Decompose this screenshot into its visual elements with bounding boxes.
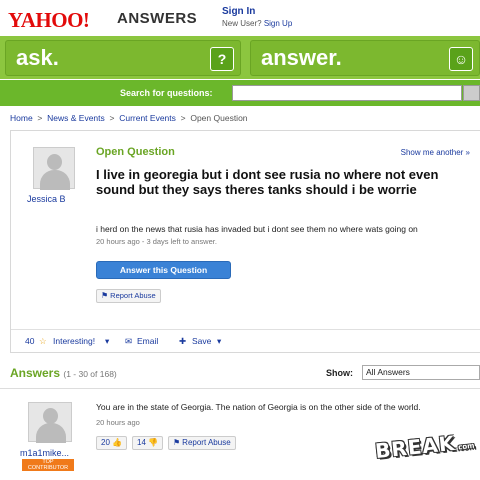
- ask-panel[interactable]: ask. ?: [5, 40, 241, 76]
- question-meta: 20 hours ago - 3 days left to answer.: [96, 237, 217, 246]
- dropdown-arrow-icon[interactable]: ▾: [105, 336, 109, 347]
- watermark-text: BREAK: [374, 430, 457, 464]
- answer-text: You are in the state of Georgia. The nat…: [96, 402, 421, 412]
- thumbs-down-icon: 👎: [148, 438, 159, 447]
- question-panel: Jessica B Open Question Show me another …: [10, 130, 480, 353]
- breadcrumb-news[interactable]: News & Events: [47, 113, 105, 123]
- save-icon: ✚: [179, 336, 187, 346]
- breadcrumb-page: Open Question: [190, 113, 248, 123]
- asker-avatar[interactable]: [33, 147, 75, 190]
- watermark-suffix: .com: [455, 441, 475, 452]
- report-abuse-label: Report Abuse: [110, 291, 156, 300]
- question-detail: i herd on the news that rusia has invade…: [96, 224, 418, 234]
- search-input[interactable]: [232, 85, 462, 101]
- thumbs-down-button[interactable]: 14 👎: [132, 436, 164, 450]
- top-contributor-badge: TOP CONTRIBUTOR: [22, 459, 74, 471]
- star-icon[interactable]: ☆: [39, 336, 47, 347]
- breadcrumb-current-events[interactable]: Current Events: [119, 113, 176, 123]
- interesting-button[interactable]: Interesting!: [53, 336, 95, 346]
- asker-name[interactable]: Jessica B: [27, 194, 66, 204]
- ask-label: ask.: [16, 45, 59, 70]
- thumbs-up-count: 20: [101, 438, 110, 447]
- answers-logo-text[interactable]: ANSWERS: [117, 10, 197, 27]
- show-filter-select[interactable]: All Answers: [362, 365, 480, 380]
- question-action-bar: 40 ☆ Interesting! ▾ ✉ Email ✚ Save ▾: [11, 329, 480, 353]
- thumbs-up-button[interactable]: 20 👍: [96, 436, 128, 450]
- search-label: Search for questions:: [120, 88, 213, 98]
- answers-count: (1 - 30 of 168): [63, 369, 117, 379]
- flag-icon: ⚑: [101, 291, 109, 300]
- answer-question-button[interactable]: Answer this Question: [96, 261, 231, 279]
- question-mark-icon: ?: [210, 47, 234, 71]
- answerer-avatar[interactable]: [28, 402, 72, 443]
- answer-report-abuse-label: Report Abuse: [182, 438, 231, 447]
- breadcrumb-home[interactable]: Home: [10, 113, 33, 123]
- breadcrumb-separator: >: [178, 113, 188, 123]
- search-button[interactable]: [463, 85, 480, 101]
- email-icon: ✉: [125, 336, 133, 346]
- avatar-head-shape: [43, 408, 58, 424]
- answerer-name[interactable]: m1a1mike...: [20, 448, 69, 458]
- sign-in-link[interactable]: Sign In: [222, 6, 255, 17]
- show-filter-label: Show:: [326, 368, 353, 378]
- answers-title: Answers: [10, 366, 61, 380]
- thumbs-up-icon: 👍: [112, 438, 123, 447]
- breadcrumb-separator: >: [35, 113, 45, 123]
- question-title: I live in georegia but i dont see rusia …: [96, 167, 439, 197]
- question-status: Open Question: [96, 146, 175, 158]
- show-another-link[interactable]: Show me another »: [401, 148, 470, 157]
- breadcrumb: Home > News & Events > Current Events > …: [10, 113, 248, 123]
- thumbs-down-count: 14: [137, 438, 146, 447]
- smiley-icon: ☺: [449, 47, 473, 71]
- header: YAHOO! ANSWERS Sign In New User? Sign Up: [0, 0, 480, 36]
- avatar-head-shape: [47, 154, 62, 170]
- flag-icon: ⚑: [173, 438, 181, 447]
- yahoo-logo[interactable]: YAHOO!: [8, 8, 90, 33]
- answer-label: answer.: [261, 45, 342, 70]
- search-bar: Search for questions:: [0, 80, 480, 106]
- avatar-body-shape: [40, 170, 70, 190]
- answers-divider: [0, 388, 480, 389]
- report-abuse-button[interactable]: ⚑ Report Abuse: [96, 289, 161, 303]
- answer-report-abuse-button[interactable]: ⚑ Report Abuse: [168, 436, 236, 450]
- answer-meta: 20 hours ago: [96, 418, 140, 427]
- interesting-count: 40: [25, 336, 35, 346]
- new-user-line: New User? Sign Up: [222, 19, 292, 28]
- save-button[interactable]: Save: [192, 336, 211, 346]
- sign-up-link[interactable]: Sign Up: [264, 19, 292, 28]
- new-user-label: New User?: [222, 19, 262, 28]
- break-watermark: BREAK.com: [374, 429, 475, 463]
- dropdown-arrow-icon[interactable]: ▾: [217, 336, 221, 347]
- avatar-body-shape: [36, 423, 66, 443]
- badge-line-2: CONTRIBUTOR: [27, 465, 69, 471]
- answer-panel[interactable]: answer. ☺: [250, 40, 480, 76]
- breadcrumb-separator: >: [107, 113, 117, 123]
- answers-header: Answers (1 - 30 of 168): [10, 366, 117, 380]
- email-button[interactable]: Email: [137, 336, 158, 346]
